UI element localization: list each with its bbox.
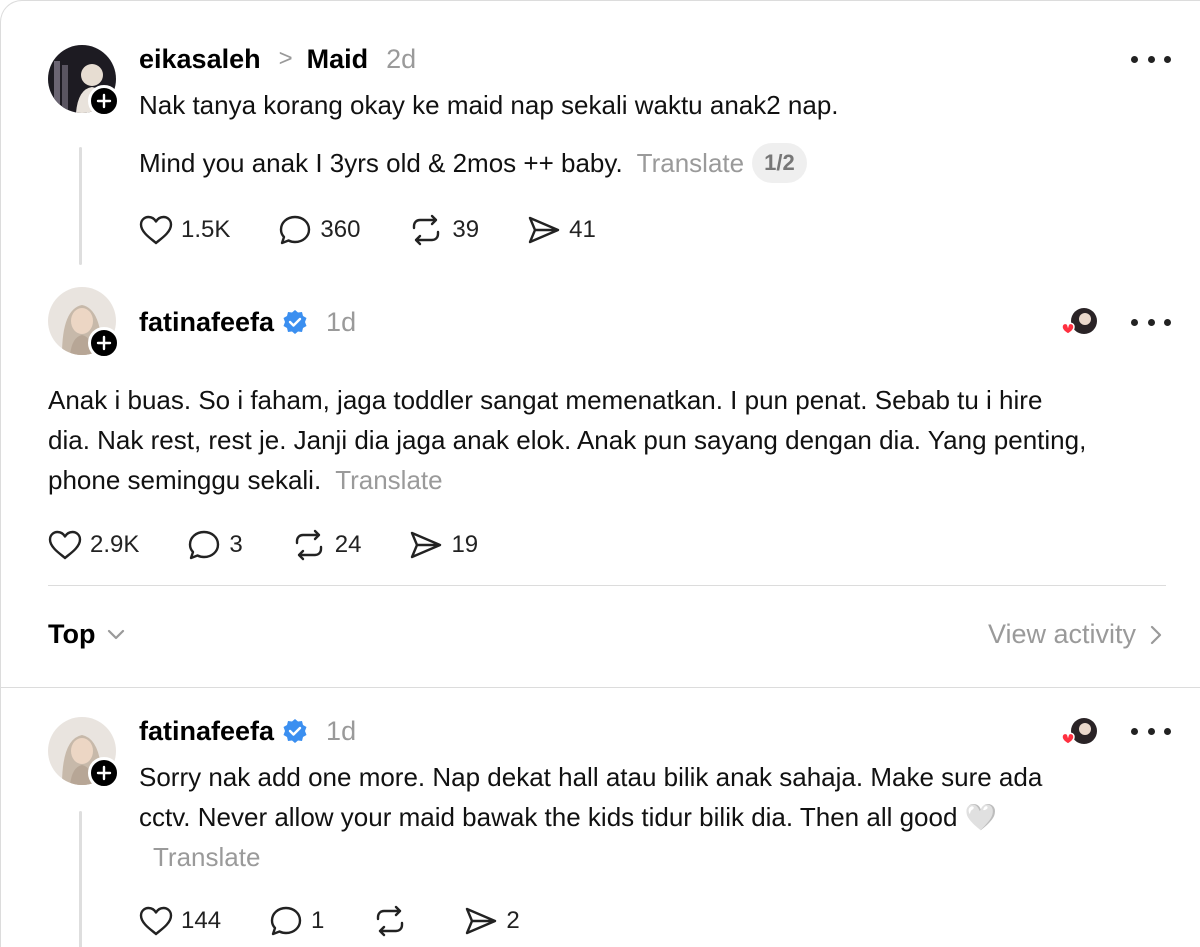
repost-button[interactable] — [372, 905, 416, 937]
comment-count: 360 — [320, 216, 361, 243]
more-options-icon[interactable] — [1131, 312, 1171, 332]
chevron-down-icon — [108, 629, 125, 639]
post-header: eikasaleh > Maid 2d — [139, 41, 416, 77]
like-count: 1.5K — [181, 216, 231, 243]
heart-icon — [139, 906, 173, 936]
view-activity-link[interactable]: View activity — [988, 619, 1162, 650]
send-icon — [411, 531, 442, 559]
white-heart-emoji: 🤍 — [964, 802, 998, 832]
follow-plus-icon[interactable] — [88, 327, 120, 359]
verified-badge-icon — [283, 719, 307, 743]
repost-icon — [413, 214, 440, 246]
thread-line — [79, 147, 82, 265]
more-options-icon[interactable] — [1131, 721, 1171, 741]
translate-link[interactable]: Translate — [637, 148, 744, 178]
sort-dropdown[interactable]: Top — [48, 619, 125, 650]
divider — [48, 585, 1166, 586]
timestamp: 1d — [326, 306, 357, 337]
post-text: Anak i buas. So i faham, jaga toddler sa… — [48, 380, 1088, 500]
topic-separator: > — [278, 45, 293, 72]
comment-count: 1 — [311, 907, 325, 934]
comment-button[interactable]: 360 — [278, 214, 360, 246]
translate-link[interactable]: Translate — [335, 465, 442, 495]
share-count: 41 — [569, 216, 596, 243]
comment-button[interactable]: 1 — [269, 905, 324, 937]
like-button[interactable]: 1.5K — [139, 215, 230, 245]
username[interactable]: eikasaleh — [139, 44, 261, 75]
follow-plus-icon[interactable] — [88, 85, 120, 117]
like-button[interactable]: 2.9K — [48, 530, 139, 560]
post-actions: 1.5K 360 39 41 — [139, 212, 644, 248]
comment-icon — [280, 215, 311, 245]
view-activity-label: View activity — [987, 619, 1136, 649]
creator-liked-icon — [1059, 307, 1099, 337]
post-actions: 144 1 2 — [139, 903, 568, 939]
repost-button[interactable]: 24 — [291, 529, 362, 561]
comment-count: 3 — [229, 531, 243, 558]
comment-icon — [189, 530, 220, 560]
share-button[interactable]: 19 — [409, 530, 478, 560]
share-button[interactable]: 41 — [527, 215, 596, 245]
verified-badge-icon — [283, 310, 307, 334]
post-header: fatinafeefa 1d — [139, 304, 356, 340]
post-header: fatinafeefa 1d — [139, 713, 356, 749]
post-text: Nak tanya korang okay ke maid nap sekali… — [139, 85, 1119, 125]
repost-button[interactable]: 39 — [408, 214, 479, 246]
more-options-icon[interactable] — [1131, 49, 1171, 69]
send-icon — [528, 216, 560, 244]
post-body: Anak i buas. So i faham, jaga toddler sa… — [48, 385, 1087, 495]
heart-icon — [139, 215, 173, 245]
post-body: Sorry nak add one more. Nap dekat hall a… — [139, 762, 1043, 832]
like-button[interactable]: 144 — [139, 906, 221, 936]
share-button[interactable]: 2 — [464, 906, 520, 936]
like-count: 2.9K — [90, 531, 140, 558]
repost-count: 24 — [334, 531, 362, 558]
comment-icon — [270, 906, 302, 936]
sort-label: Top — [48, 619, 96, 649]
threads-thread-view: eikasaleh > Maid 2d Nak tanya korang oka… — [0, 0, 1200, 947]
divider — [1, 687, 1200, 688]
topic-tag[interactable]: Maid — [307, 44, 369, 75]
follow-plus-icon[interactable] — [88, 757, 120, 789]
username[interactable]: fatinafeefa — [139, 716, 274, 747]
post-text-line: Nak tanya korang okay ke maid nap sekali… — [139, 90, 839, 120]
page-indicator: 1/2 — [752, 143, 807, 183]
username[interactable]: fatinafeefa — [139, 307, 274, 338]
chevron-right-icon — [1150, 625, 1162, 644]
timestamp: 1d — [326, 715, 357, 746]
thread-line — [79, 811, 82, 947]
share-count: 19 — [451, 531, 479, 558]
comment-button[interactable]: 3 — [187, 529, 243, 561]
send-icon — [466, 907, 497, 935]
repost-count: 39 — [452, 216, 480, 243]
repost-icon — [377, 905, 404, 937]
post-text: Sorry nak add one more. Nap dekat hall a… — [139, 757, 1089, 877]
timestamp: 2d — [386, 43, 417, 74]
like-count: 144 — [181, 907, 222, 934]
translate-link[interactable]: Translate — [153, 842, 260, 872]
post-text-line: Mind you anak I 3yrs old & 2mos ++ baby. — [139, 148, 623, 178]
creator-liked-icon — [1059, 717, 1099, 747]
post-actions: 2.9K 3 24 19 — [48, 527, 526, 563]
share-count: 2 — [506, 907, 520, 934]
post-text: Mind you anak I 3yrs old & 2mos ++ baby.… — [139, 143, 1119, 183]
repost-icon — [295, 529, 322, 561]
heart-icon — [48, 530, 82, 560]
